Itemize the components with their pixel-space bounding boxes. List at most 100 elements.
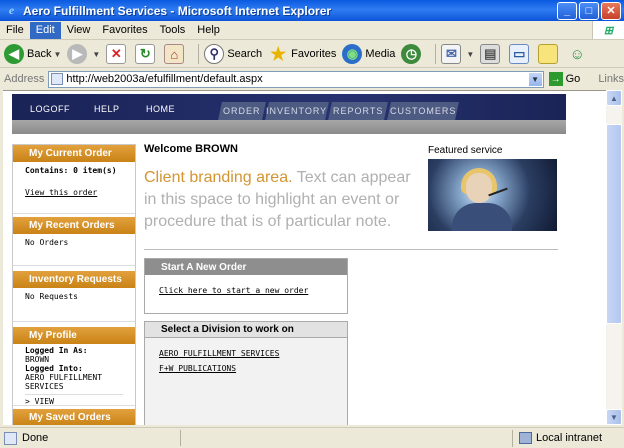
tab-inventory-label: INVENTORY: [266, 106, 328, 116]
profile-view-link[interactable]: > VIEW: [25, 394, 123, 406]
forward-arrow-icon: ▶: [67, 44, 88, 64]
tab-reports-label: REPORTS: [332, 106, 384, 116]
search-button[interactable]: ⚲ Search: [204, 44, 262, 64]
back-label: Back: [27, 48, 52, 60]
address-dropdown-icon[interactable]: ▼: [527, 71, 543, 87]
refresh-icon: ↻: [135, 44, 156, 64]
branding-highlight: Client branding area.: [144, 169, 293, 186]
home-button[interactable]: ⌂: [164, 44, 187, 64]
view-order-link[interactable]: View this order: [25, 188, 97, 197]
maximize-button[interactable]: □: [579, 1, 599, 20]
scroll-up-icon[interactable]: ▲: [606, 90, 622, 106]
address-url[interactable]: http://web2003a/efulfillment/default.asp…: [66, 73, 527, 85]
stop-icon: ✕: [106, 44, 127, 64]
menu-help[interactable]: Help: [191, 22, 226, 39]
mail-button[interactable]: ✉ ▼: [441, 44, 474, 64]
search-icon: ⚲: [204, 44, 225, 64]
logged-in-as-value: BROWN: [25, 355, 50, 364]
saved-orders-heading: My Saved Orders: [13, 409, 135, 425]
logged-in-as-label: Logged In As:: [25, 346, 88, 355]
windows-logo-icon: ⊞: [592, 21, 624, 39]
history-button[interactable]: ◷: [401, 44, 424, 64]
home-link[interactable]: HOME: [146, 104, 175, 114]
new-order-link[interactable]: Click here to start a new order: [159, 286, 308, 295]
person-face-shape: [466, 173, 492, 203]
print-icon: ▤: [480, 44, 501, 64]
vertical-scrollbar[interactable]: ▲ ▼: [606, 90, 622, 425]
profile-panel: Logged In As: BROWN Logged Into: AERO FU…: [13, 344, 135, 406]
title-bar[interactable]: e Aero Fulfillment Services - Microsoft …: [0, 0, 624, 21]
minimize-button[interactable]: _: [557, 1, 577, 20]
status-text: Done: [22, 432, 49, 444]
stop-button[interactable]: ✕: [106, 44, 129, 64]
left-sidebar: My Current Order Contains: 0 item(s) Vie…: [12, 144, 136, 425]
branding-text: Client branding area. Text can appear in…: [144, 167, 414, 233]
menu-tools[interactable]: Tools: [154, 22, 192, 39]
tab-order[interactable]: ORDER: [218, 102, 266, 120]
new-order-panel: Start A New Order Click here to start a …: [144, 258, 348, 314]
toolbar: ◀ Back ▼ ▶ ▼ ✕ ↻ ⌂ ⚲ Search ★ Favorites …: [0, 41, 624, 68]
go-label: Go: [565, 73, 581, 85]
favorites-label: Favorites: [291, 48, 337, 60]
menu-view[interactable]: View: [61, 22, 97, 39]
division-option-fw[interactable]: F+W PUBLICATIONS: [159, 364, 347, 373]
messenger-icon: ☺: [569, 45, 585, 63]
mail-dropdown-icon[interactable]: ▼: [466, 50, 474, 59]
recent-orders-text: No Orders: [25, 238, 69, 247]
home-icon: ⌂: [164, 44, 185, 64]
go-button[interactable]: → Go: [548, 72, 581, 86]
forward-button[interactable]: ▶ ▼: [67, 44, 100, 64]
discuss-button[interactable]: [538, 44, 561, 64]
recent-orders-panel: No Orders: [13, 234, 135, 266]
logged-into-value: AERO FULFILLMENT SERVICES: [25, 373, 103, 391]
header-strip: [12, 120, 566, 134]
division-panel: Select a Division to work on AERO FULFIL…: [144, 321, 348, 425]
content-divider: [144, 249, 558, 250]
tab-inventory[interactable]: INVENTORY: [265, 102, 329, 120]
current-order-heading: My Current Order: [13, 145, 135, 162]
help-link[interactable]: HELP: [94, 104, 120, 114]
refresh-button[interactable]: ↻: [135, 44, 158, 64]
logoff-link[interactable]: LOGOFF: [30, 104, 70, 114]
go-arrow-icon: →: [548, 72, 563, 86]
featured-service-image[interactable]: [428, 159, 557, 231]
current-order-count: Contains: 0 item(s): [25, 166, 117, 175]
edit-button[interactable]: ▭: [509, 44, 532, 64]
print-button[interactable]: ▤: [480, 44, 503, 64]
messenger-button[interactable]: ☺: [567, 44, 590, 64]
address-label: Address: [4, 73, 45, 85]
links-button[interactable]: Links: [598, 73, 624, 85]
back-dropdown-icon[interactable]: ▼: [53, 50, 61, 59]
menu-favorites[interactable]: Favorites: [96, 22, 153, 39]
zone-label: Local intranet: [536, 432, 603, 444]
media-label: Media: [365, 48, 396, 60]
inventory-requests-panel: No Requests: [13, 288, 135, 322]
window-title: Aero Fulfillment Services - Microsoft In…: [23, 3, 332, 18]
address-input[interactable]: http://web2003a/efulfillment/default.asp…: [48, 70, 544, 88]
favorites-button[interactable]: ★ Favorites: [268, 44, 336, 64]
division-option-aero[interactable]: AERO FULFILLMENT SERVICES: [159, 349, 347, 358]
person-body-shape: [452, 203, 512, 231]
ie-icon: e: [8, 3, 15, 17]
tab-customers-label: CUSTOMERS: [389, 106, 457, 116]
note-icon: [538, 44, 559, 64]
scroll-thumb[interactable]: [606, 124, 622, 324]
menu-edit[interactable]: Edit: [29, 21, 61, 39]
star-icon: ★: [270, 43, 287, 64]
back-arrow-icon: ◀: [4, 44, 24, 64]
security-zone: Local intranet: [512, 429, 624, 447]
recent-orders-heading: My Recent Orders: [13, 217, 135, 234]
tab-customers[interactable]: CUSTOMERS: [387, 102, 459, 120]
media-button[interactable]: ◉ Media: [342, 44, 395, 64]
menu-bar: File Edit View Favorites Tools Help: [0, 21, 624, 40]
new-order-heading: Start A New Order: [145, 259, 347, 275]
back-button[interactable]: ◀ Back ▼: [4, 44, 61, 64]
status-divider: [180, 430, 181, 446]
browser-window: e Aero Fulfillment Services - Microsoft …: [0, 0, 624, 448]
forward-dropdown-icon[interactable]: ▼: [92, 50, 100, 59]
menu-file[interactable]: File: [0, 22, 30, 39]
inventory-requests-text: No Requests: [25, 292, 78, 301]
scroll-down-icon[interactable]: ▼: [606, 409, 622, 425]
close-button[interactable]: ✕: [601, 1, 621, 20]
tab-reports[interactable]: REPORTS: [328, 102, 388, 120]
